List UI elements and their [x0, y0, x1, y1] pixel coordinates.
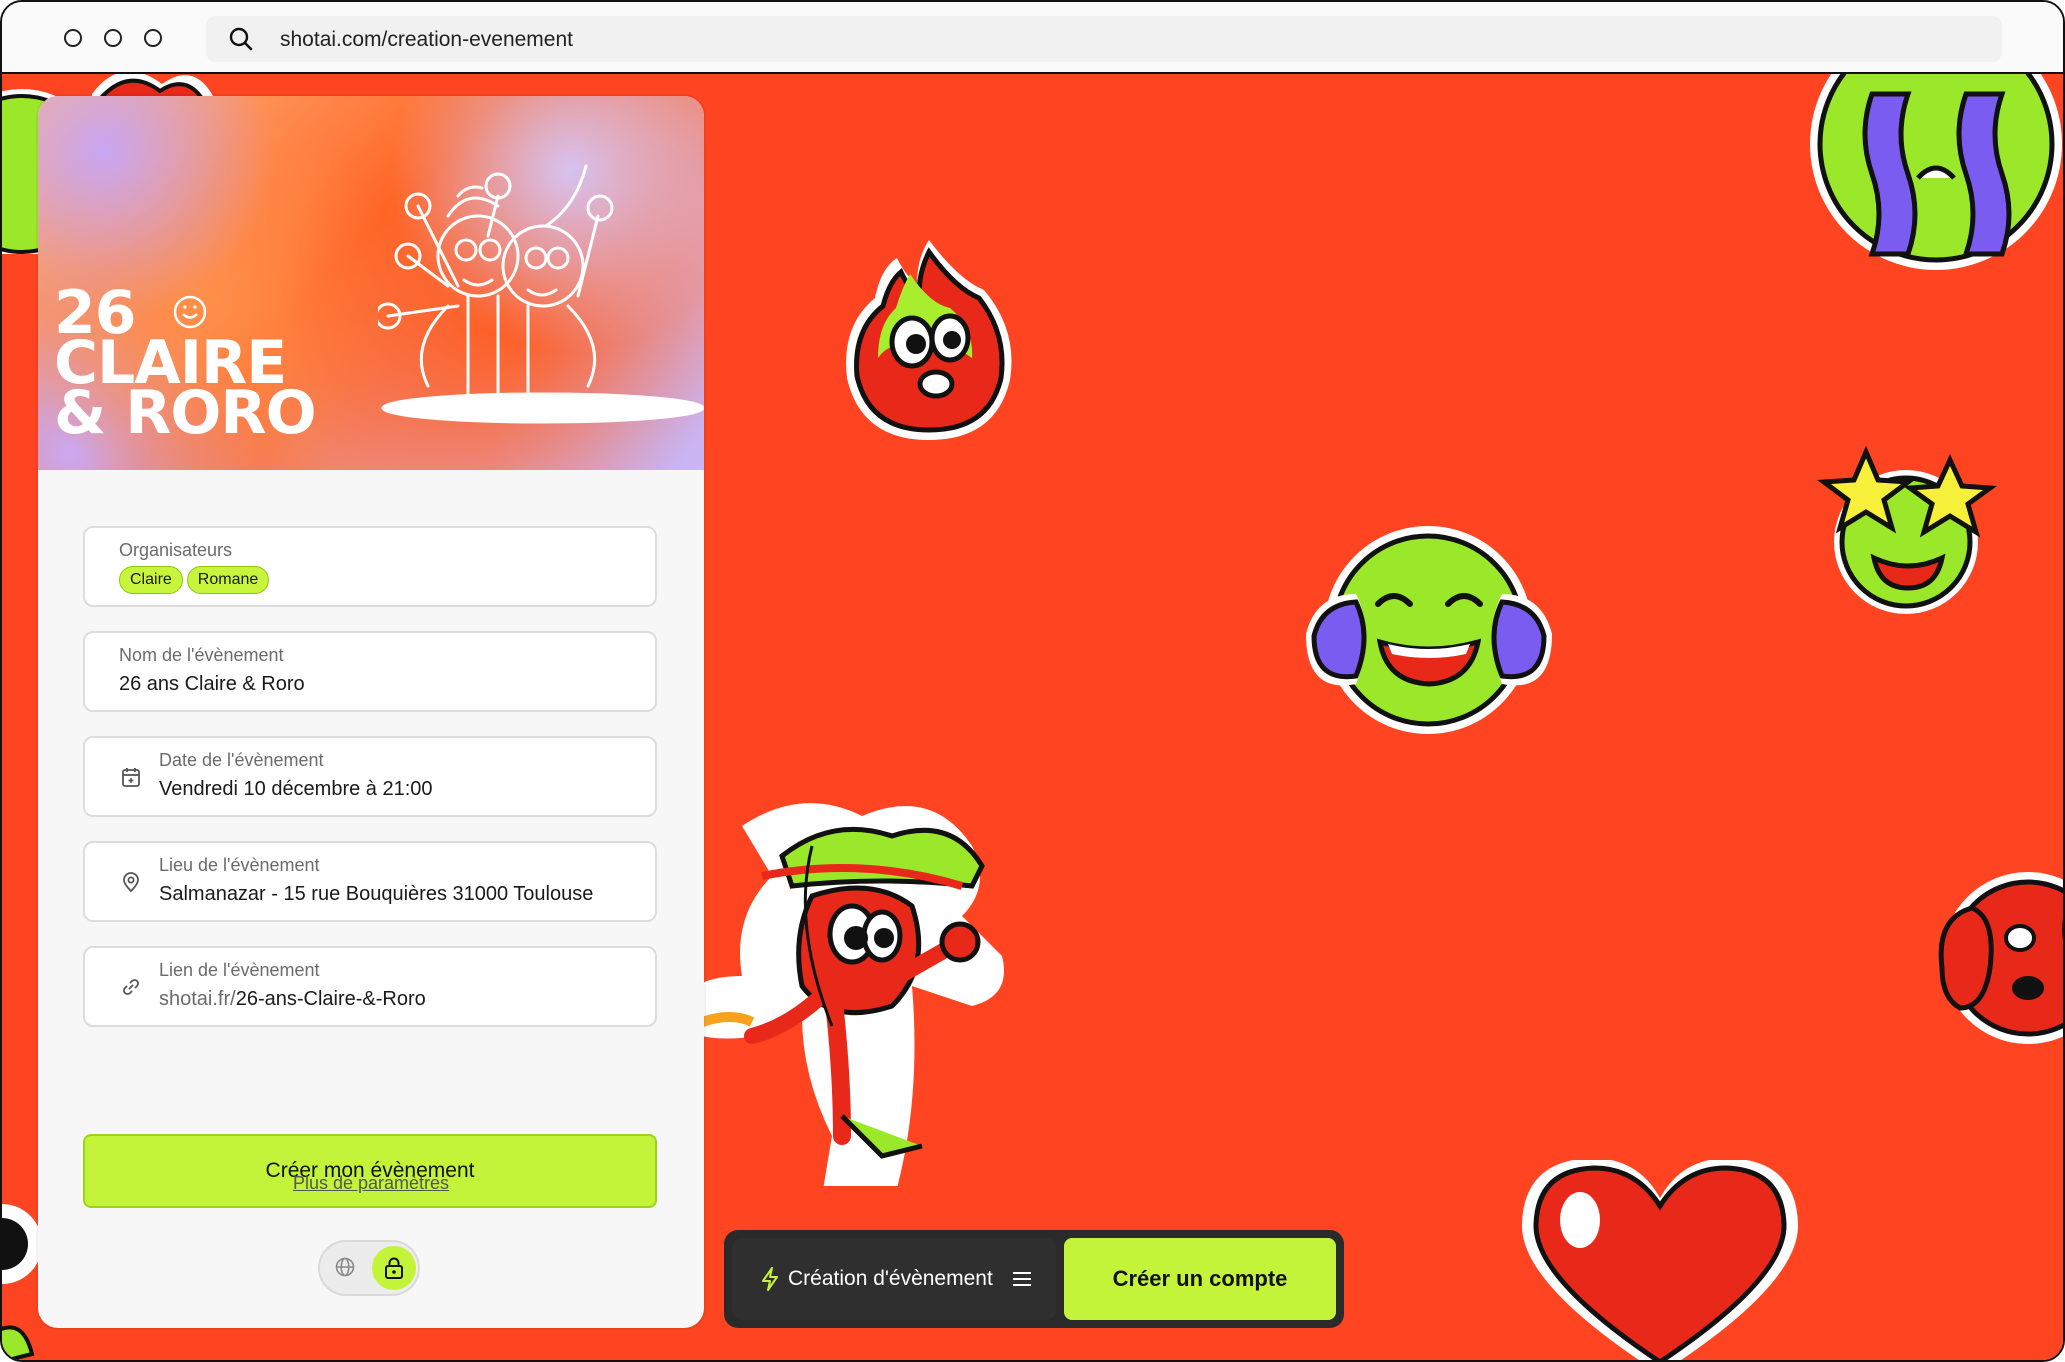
map-pin-icon [121, 871, 141, 898]
globe-icon[interactable] [334, 1256, 356, 1283]
organizer-chip[interactable]: Claire [119, 566, 183, 594]
create-event-button[interactable]: Créer mon évènement [83, 1134, 657, 1208]
smiley-icon [173, 295, 207, 329]
sticker-fire-character-icon [846, 240, 1012, 440]
event-place-value[interactable]: Salmanazar - 15 rue Bouquières 31000 Tou… [159, 883, 593, 906]
event-creation-label: Création d'évènement [788, 1267, 993, 1290]
event-link-field[interactable]: Lien de l'évènement shotai.fr/26-ans-Cla… [83, 946, 657, 1027]
sticker-edge-bottomleft-icon [2, 1204, 42, 1360]
organizers-field[interactable]: Organisateurs Claire Romane [83, 526, 657, 607]
event-cover-banner[interactable]: 26 CLAIRE & RORO [38, 96, 704, 470]
window-minimize-dot-icon[interactable] [104, 29, 122, 47]
bolt-icon [760, 1266, 780, 1298]
window-maximize-dot-icon[interactable] [144, 29, 162, 47]
sticker-heart-icon [1521, 1160, 1799, 1360]
event-form-card: 26 CLAIRE & RORO Organisateurs Claire Rom… [38, 96, 704, 1328]
sticker-shocked-face-icon [1938, 872, 2063, 1044]
organizer-chip[interactable]: Romane [186, 566, 270, 594]
sticker-star-eyes-icon [1817, 446, 1998, 614]
sticker-cowboy-character-icon [702, 803, 1004, 1186]
link-icon [121, 976, 141, 1003]
event-link-prefix: shotai.fr/ [159, 988, 236, 1010]
organizers-chip-list: Claire Romane [119, 566, 273, 594]
browser-window: shotai.com/creation-evenement 26 CLAIRE … [0, 0, 2065, 1362]
event-name-label: Nom de l'évènement [119, 645, 284, 665]
event-place-field[interactable]: Lieu de l'évènement Salmanazar - 15 rue … [83, 841, 657, 922]
url-text[interactable]: shotai.com/creation-evenement [280, 28, 573, 52]
bottom-action-bar: Création d'évènement Créer un compte [724, 1230, 1344, 1328]
more-settings-link: Plus de paramètres [38, 1173, 704, 1194]
window-close-dot-icon[interactable] [64, 29, 82, 47]
organizers-label: Organisateurs [119, 540, 233, 560]
event-name-field[interactable]: Nom de l'évènement 26 ans Claire & Roro [83, 631, 657, 712]
cover-illustration-icon [378, 164, 704, 424]
calendar-icon [121, 766, 141, 793]
event-name-value[interactable]: 26 ans Claire & Roro [119, 673, 305, 696]
address-bar[interactable]: shotai.com/creation-evenement [206, 16, 2002, 62]
event-date-field[interactable]: Date de l'évènement Vendredi 10 décembre… [83, 736, 657, 817]
more-settings-label[interactable]: Plus de paramètres [293, 1173, 449, 1193]
sticker-crying-face-icon [1810, 74, 2062, 270]
lock-icon [385, 1257, 403, 1279]
event-creation-menu-button[interactable]: Création d'évènement [732, 1238, 1056, 1320]
event-link-label: Lien de l'évènement [159, 960, 320, 980]
browser-chrome: shotai.com/creation-evenement [2, 2, 2063, 74]
event-date-value[interactable]: Vendredi 10 décembre à 21:00 [159, 778, 433, 801]
event-link-slug[interactable]: 26-ans-Claire-&-Roro [236, 988, 426, 1010]
page-background: 26 CLAIRE & RORO Organisateurs Claire Rom… [2, 74, 2063, 1360]
lock-option[interactable] [372, 1246, 416, 1290]
visibility-toggle[interactable] [318, 1240, 420, 1296]
sticker-laughing-tears-icon [1306, 526, 1552, 734]
event-link-value[interactable]: shotai.fr/26-ans-Claire-&-Roro [159, 988, 426, 1011]
cover-title-line-3: & RORO [54, 378, 317, 448]
event-place-label: Lieu de l'évènement [159, 855, 320, 875]
search-icon [228, 26, 254, 57]
hamburger-icon[interactable] [1012, 1270, 1032, 1294]
create-account-button[interactable]: Créer un compte [1064, 1238, 1336, 1320]
event-date-label: Date de l'évènement [159, 750, 324, 770]
